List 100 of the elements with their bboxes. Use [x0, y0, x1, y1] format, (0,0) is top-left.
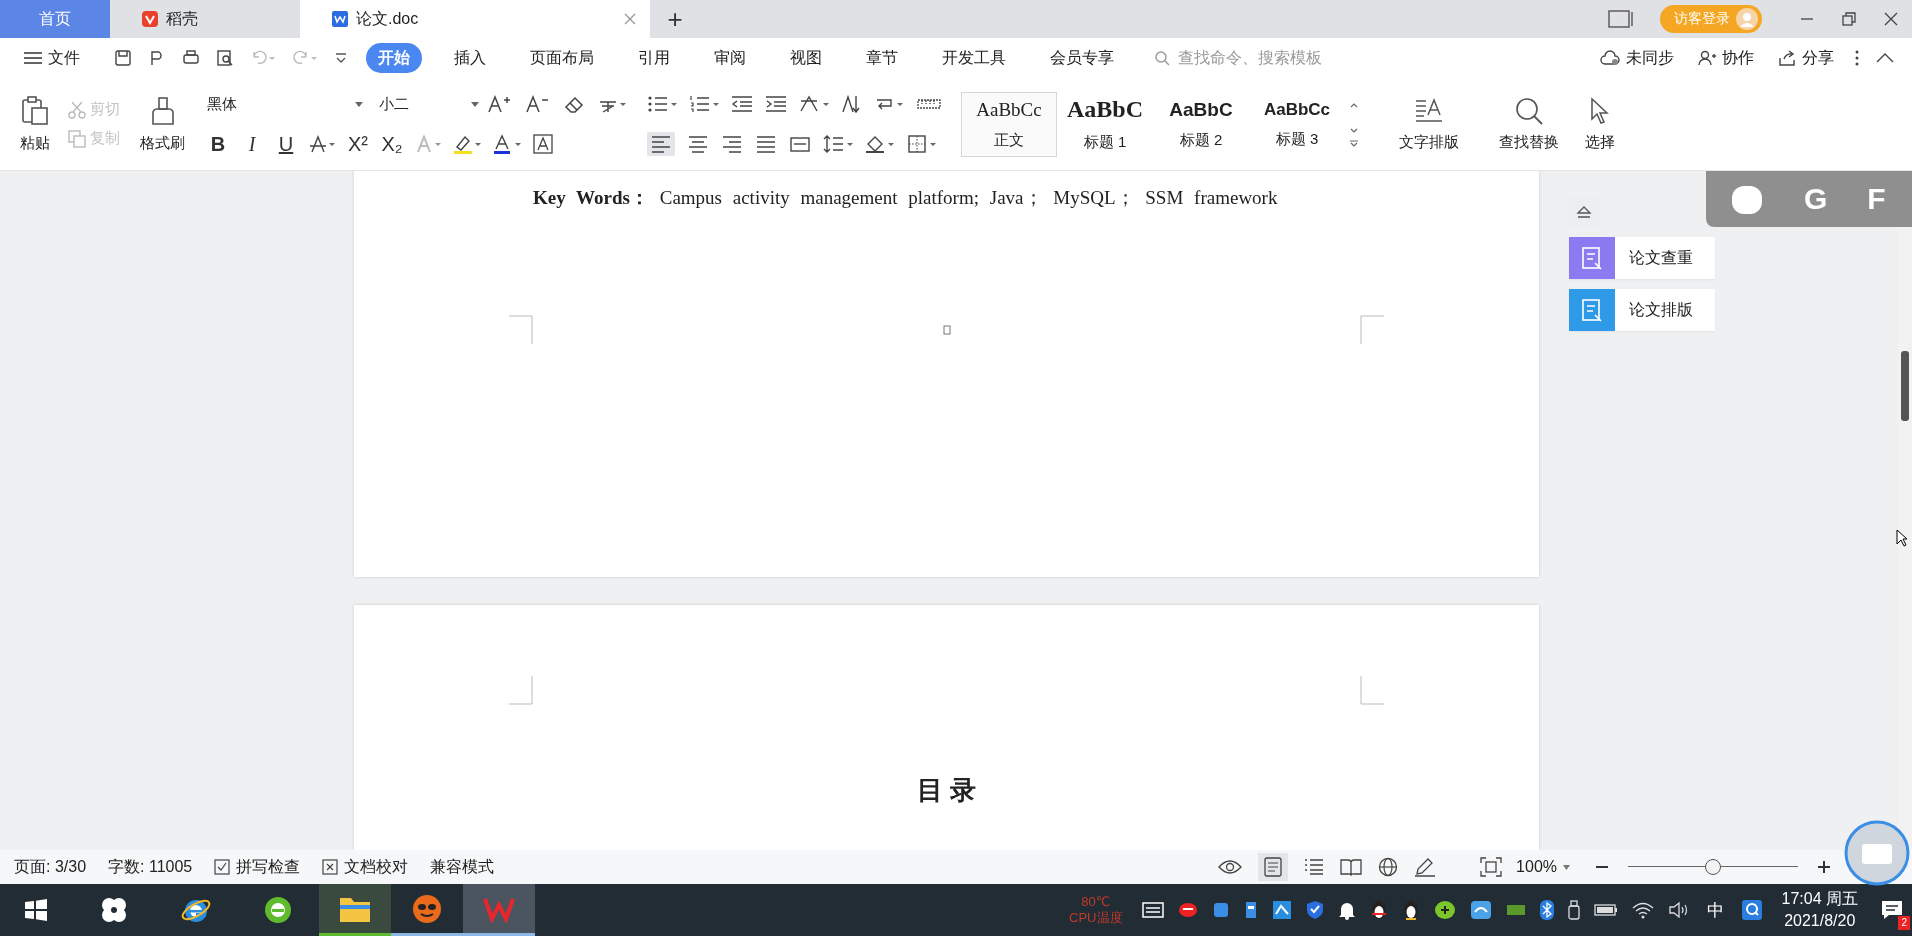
superscript-button[interactable]: X²: [343, 130, 373, 158]
file-menu[interactable]: 文件: [24, 43, 92, 73]
justify-icon[interactable]: [755, 134, 777, 154]
character-border-icon[interactable]: [533, 134, 553, 154]
shading-icon[interactable]: [865, 134, 895, 154]
sync-button[interactable]: 未同步: [1588, 43, 1686, 73]
align-left-icon[interactable]: [647, 132, 675, 156]
document-tab[interactable]: 论文.doc: [300, 0, 650, 38]
style-preset[interactable]: AaBbC 标题 2: [1153, 91, 1249, 157]
document-tab[interactable]: 首页: [0, 0, 110, 38]
save-icon[interactable]: [114, 49, 132, 67]
print-icon[interactable]: [182, 49, 200, 67]
book-icon[interactable]: [1340, 858, 1363, 876]
print-preview-icon[interactable]: [216, 49, 234, 67]
tray-app-icon[interactable]: [1740, 899, 1763, 921]
decrease-indent-icon[interactable]: [731, 94, 753, 114]
subscript-button[interactable]: X₂: [377, 130, 407, 158]
ribbon-tab[interactable]: 审阅: [702, 43, 758, 73]
side-tool-button[interactable]: 论文查重: [1569, 237, 1715, 279]
bluetooth-icon[interactable]: [1539, 900, 1554, 920]
side-tool-button[interactable]: 论文排版: [1569, 289, 1715, 331]
collaborate-button[interactable]: 协作: [1686, 43, 1766, 73]
penguin-icon[interactable]: [1369, 900, 1388, 920]
layout-icon[interactable]: [1608, 10, 1634, 28]
dropdown-icon[interactable]: [334, 51, 348, 65]
proofread-button[interactable]: 文档校对: [322, 856, 409, 878]
tray-app-icon[interactable]: [1243, 901, 1258, 919]
italic-button[interactable]: I: [237, 130, 267, 158]
bell-icon[interactable]: [1337, 900, 1356, 920]
eye-icon[interactable]: [1218, 859, 1243, 875]
collapse-icon[interactable]: [1876, 52, 1894, 64]
pen-icon[interactable]: [1414, 857, 1437, 877]
close-icon[interactable]: [1884, 12, 1898, 26]
style-preset[interactable]: AaBbCc 正文: [961, 91, 1057, 157]
style-preset[interactable]: AaBbCc 标题 3: [1249, 92, 1345, 156]
numbered-list-icon[interactable]: [689, 94, 719, 114]
increase-indent-icon[interactable]: [765, 94, 787, 114]
windows-start-icon[interactable]: [24, 898, 48, 922]
page-view-icon[interactable]: [1258, 853, 1289, 881]
new-tab-button[interactable]: +: [650, 0, 700, 38]
align-center-icon[interactable]: [687, 134, 709, 154]
penguin-icon[interactable]: [1401, 900, 1420, 920]
ribbon-tab[interactable]: 页面布局: [518, 43, 606, 73]
text-layout-button[interactable]: 文字排版: [1393, 92, 1465, 156]
usb-drive-icon[interactable]: [1567, 900, 1580, 920]
restore-icon[interactable]: [1842, 12, 1856, 26]
taskbar-app[interactable]: [319, 884, 391, 936]
zoom-dropdown[interactable]: 100%: [1516, 858, 1570, 876]
grow-font-icon[interactable]: [487, 94, 513, 114]
outline-view-icon[interactable]: [1304, 858, 1325, 876]
floating-widget-icon[interactable]: [1844, 820, 1910, 886]
style-scroll-icon[interactable]: [1349, 101, 1359, 147]
align-right-icon[interactable]: [721, 134, 743, 154]
ribbon-tab[interactable]: 视图: [778, 43, 834, 73]
style-preset[interactable]: AaBbC 标题 1: [1057, 89, 1153, 159]
tray-app-icon[interactable]: [1141, 901, 1164, 919]
clock[interactable]: 17:04 周五 2021/8/20: [1781, 888, 1858, 932]
tray-app-icon[interactable]: [1469, 900, 1492, 920]
tray-app-icon[interactable]: [1271, 900, 1292, 920]
borders-icon[interactable]: [907, 134, 937, 154]
select-button[interactable]: 选择: [1579, 92, 1621, 156]
spell-check-button[interactable]: 拼写检查: [214, 856, 301, 878]
shrink-font-icon[interactable]: [525, 94, 551, 114]
tray-app-icon[interactable]: [1433, 900, 1456, 920]
zoom-in-icon[interactable]: [1816, 859, 1832, 875]
zoom-slider[interactable]: [1628, 858, 1798, 876]
bold-button[interactable]: B: [203, 130, 233, 158]
ribbon-tab[interactable]: 插入: [442, 43, 498, 73]
distribute-icon[interactable]: [789, 134, 811, 154]
ribbon-tab[interactable]: 开发工具: [930, 43, 1018, 73]
font-color-icon[interactable]: [493, 134, 521, 154]
wifi-icon[interactable]: [1631, 901, 1654, 919]
fit-screen-icon[interactable]: [1480, 857, 1503, 877]
font-size-field[interactable]: 小二: [379, 91, 479, 117]
share-button[interactable]: 分享: [1766, 43, 1846, 73]
globe-icon[interactable]: [1378, 857, 1399, 877]
ribbon-tab[interactable]: 引用: [626, 43, 682, 73]
ribbon-tab[interactable]: 会员专享: [1038, 43, 1126, 73]
shield-icon[interactable]: [1305, 900, 1324, 920]
search-field[interactable]: 查找命令、搜索模板: [1154, 48, 1414, 68]
battery-icon[interactable]: [1593, 903, 1618, 917]
underline-button[interactable]: U: [271, 130, 301, 158]
notification-button[interactable]: 2: [1872, 884, 1912, 936]
speaker-icon[interactable]: [1667, 901, 1690, 919]
input-method-indicator[interactable]: 中: [1706, 898, 1724, 922]
paste-button[interactable]: 粘贴: [14, 91, 56, 157]
more-icon[interactable]: [1854, 49, 1860, 67]
eraser-icon[interactable]: [563, 94, 585, 114]
strikethrough-icon[interactable]: [309, 134, 335, 154]
tray-app-icon[interactable]: [1177, 900, 1198, 920]
text-direction-icon[interactable]: [799, 94, 829, 114]
bullet-list-icon[interactable]: [647, 94, 677, 114]
format-painter-button[interactable]: 格式刷: [134, 91, 191, 157]
ribbon-tab[interactable]: 章节: [854, 43, 910, 73]
find-replace-button[interactable]: 查找替换: [1493, 92, 1565, 156]
browser-icon[interactable]: [262, 894, 294, 926]
line-spacing-icon[interactable]: [823, 134, 853, 154]
highlighter-icon[interactable]: [453, 134, 481, 154]
taskbar-app[interactable]: [463, 884, 535, 936]
font-field[interactable]: 黑体: [203, 91, 363, 117]
